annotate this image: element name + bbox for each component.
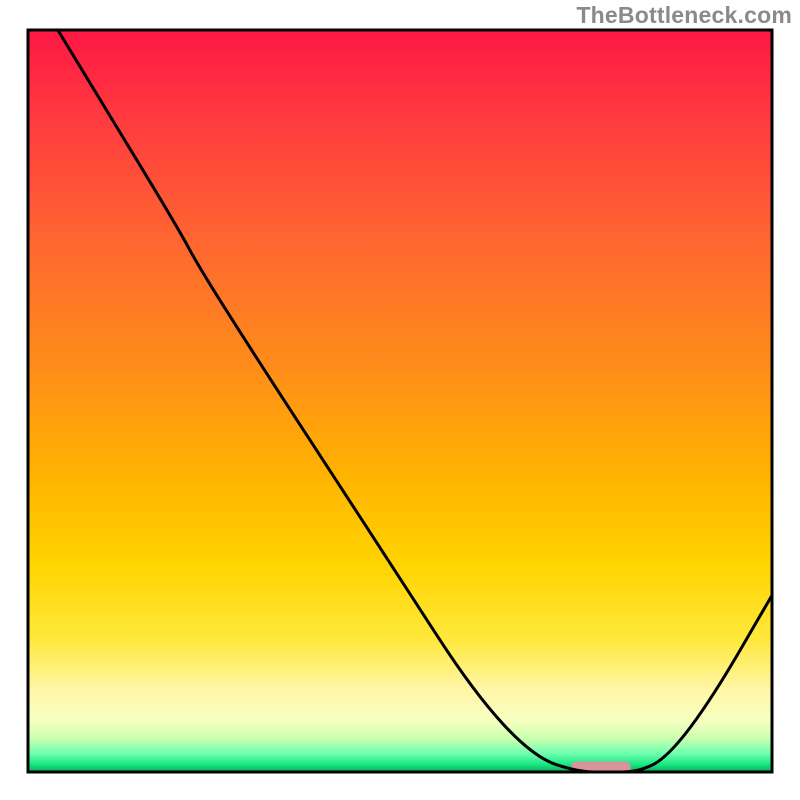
chart-stage: TheBottleneck.com [0, 0, 800, 800]
watermark-text: TheBottleneck.com [576, 2, 792, 29]
chart-svg [0, 0, 800, 800]
plot-background [28, 30, 772, 772]
